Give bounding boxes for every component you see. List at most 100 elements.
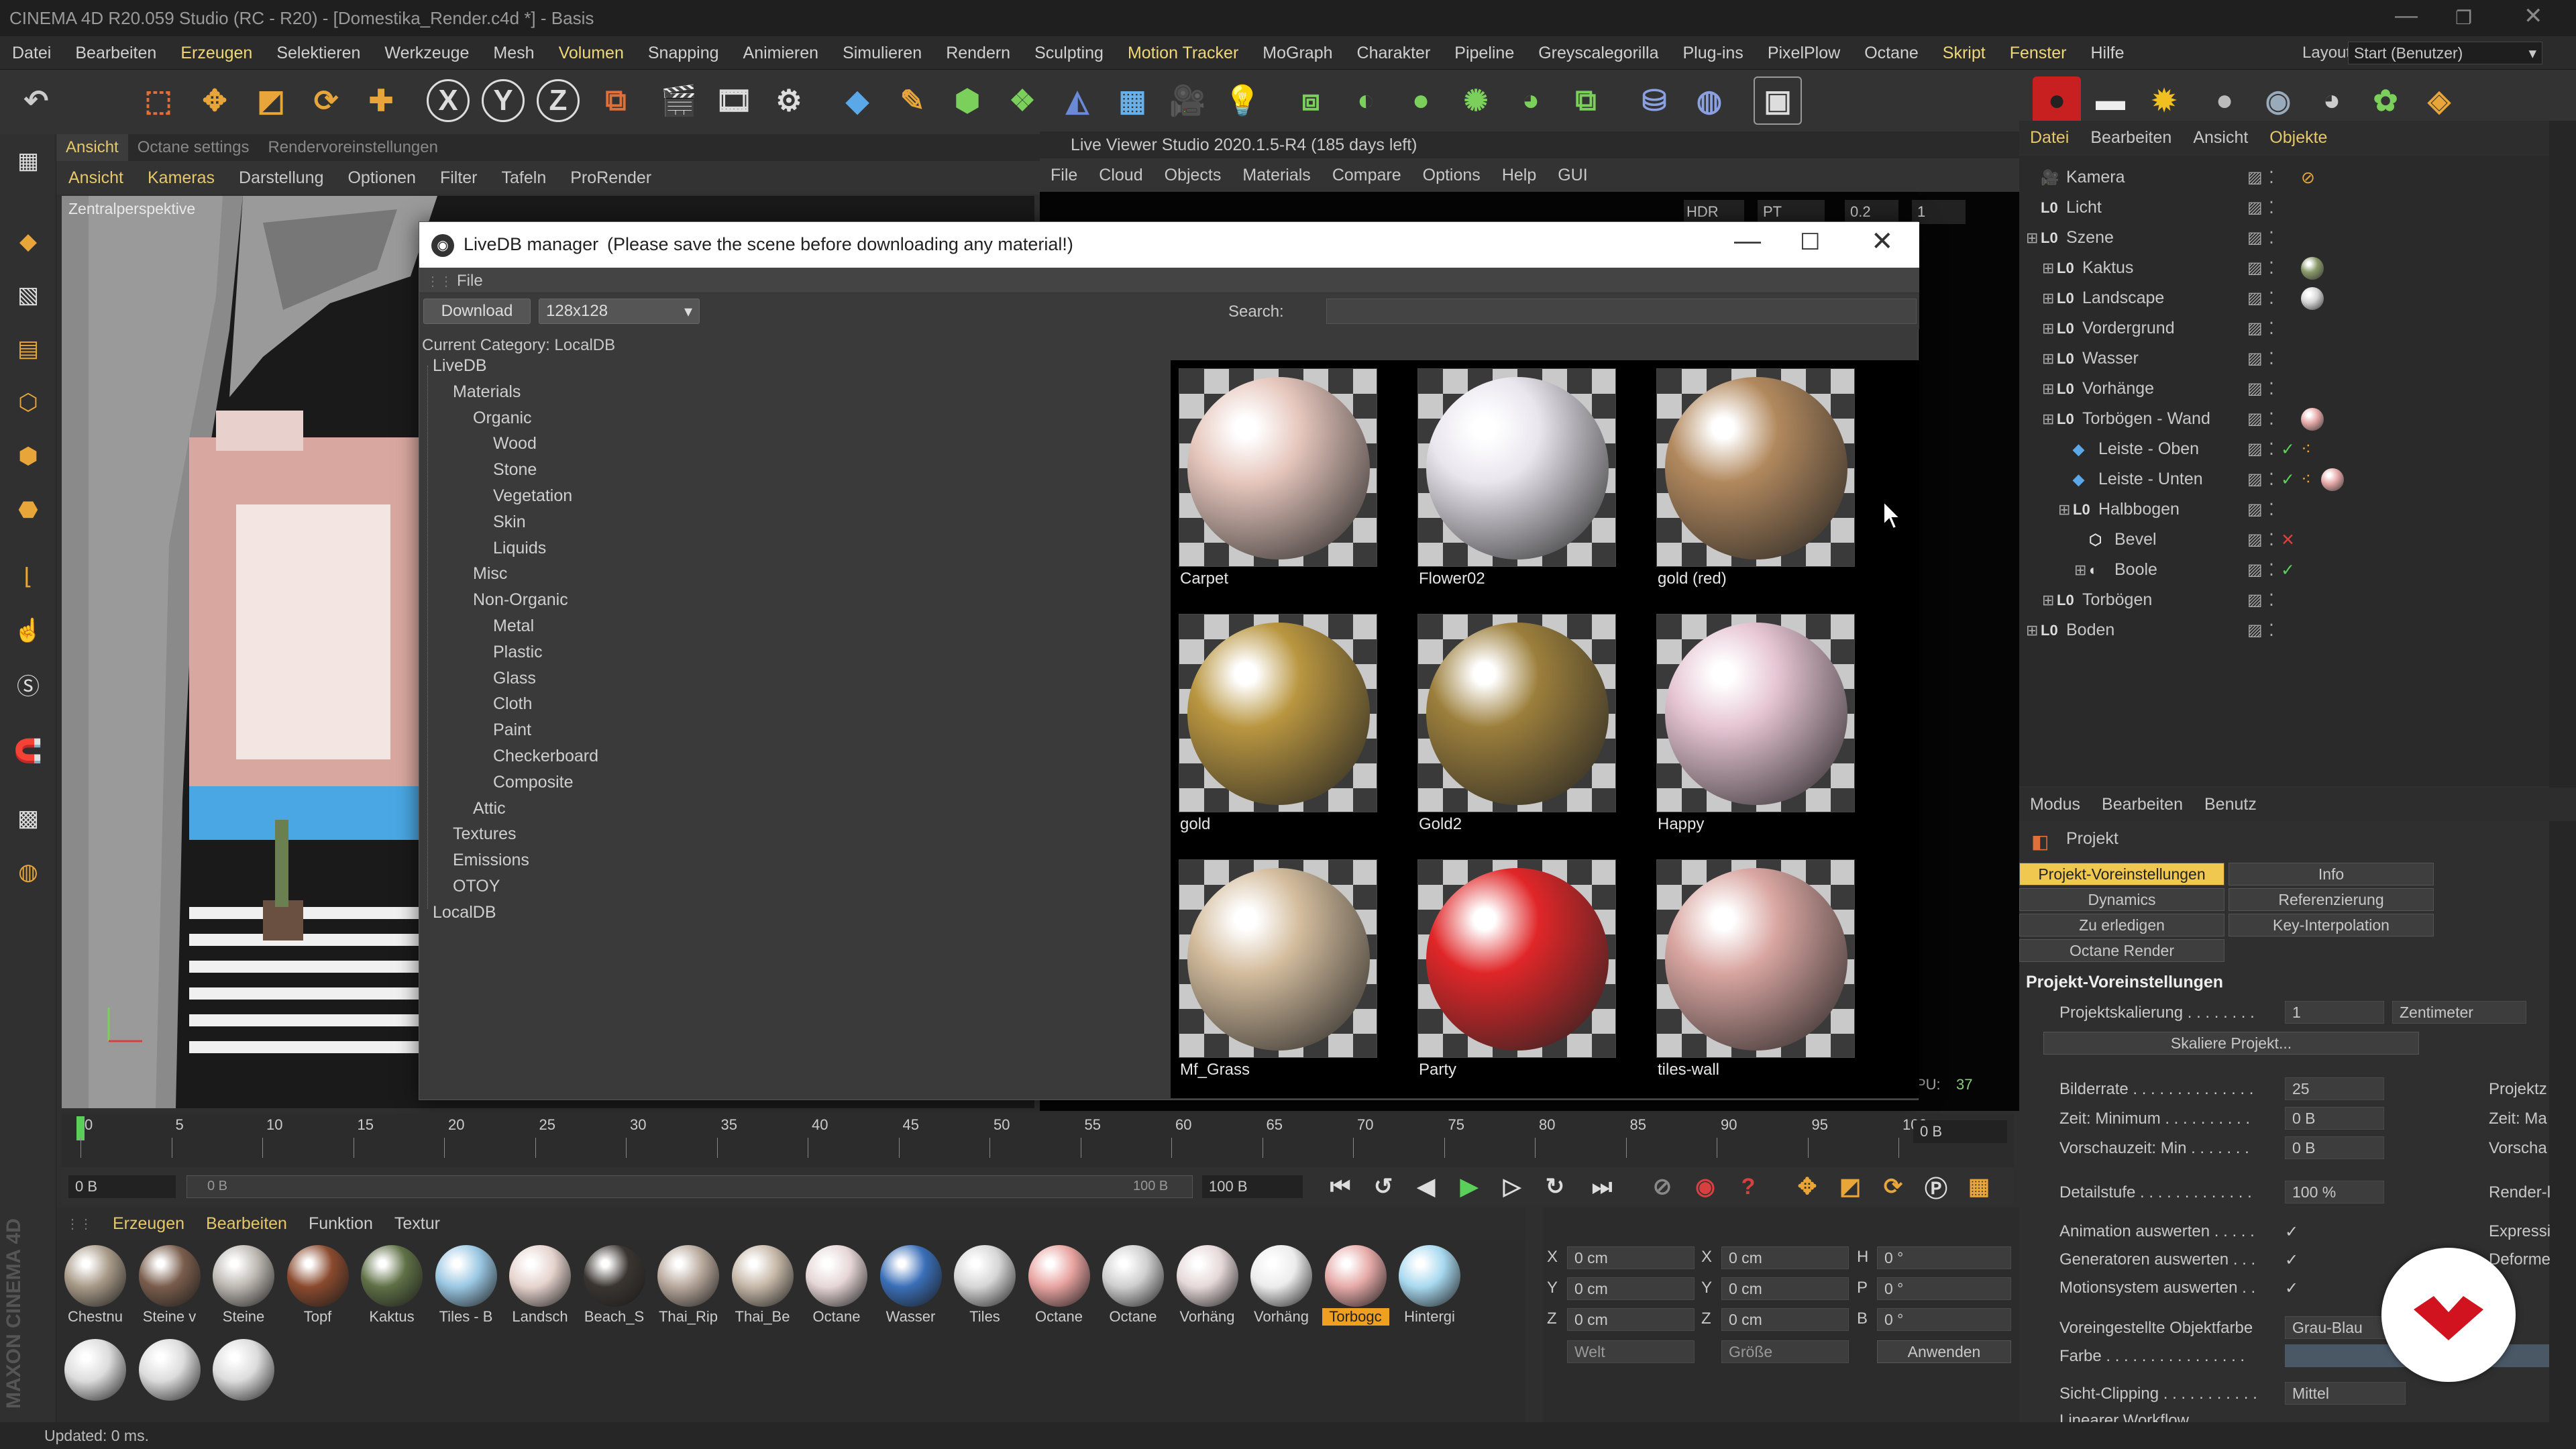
expand-icon[interactable]: ⊞ [2042,320,2057,337]
material-item[interactable]: Tiles - B [433,1245,500,1332]
layer-icon[interactable]: ▨ [2247,500,2263,519]
objcolor-select[interactable]: Grau-Blau [2285,1316,2392,1339]
tree-node-metal[interactable]: Metal [493,616,534,636]
object-row[interactable]: ◆ Leiste - Unten ▨ ⁚ ✓ ⁖ [2019,464,2549,494]
live-viewer-menu-options[interactable]: Options [1412,158,1491,192]
menu-pipeline[interactable]: Pipeline [1442,36,1526,70]
rotate-tool-icon[interactable]: ⟳ [302,76,350,125]
layer-icon[interactable]: ▨ [2247,198,2263,217]
polygons-mode-icon[interactable]: ⬣ [8,490,48,530]
tree-node-stone[interactable]: Stone [493,460,537,480]
subdivision-icon[interactable]: ⬢ [943,76,991,125]
tree-node-wood[interactable]: Wood [493,434,537,453]
scale-field[interactable]: 1 [2285,1001,2384,1024]
material-card[interactable]: Flower02 [1415,366,1621,599]
tree-node-non-organic[interactable]: Non-Organic [473,590,568,610]
tree-node-organic[interactable]: Organic [473,409,532,428]
viewport-menu-filter[interactable]: Filter [428,161,490,195]
menu-pixelplow[interactable]: PixelPlow [1756,36,1852,70]
tree-node-misc[interactable]: Misc [473,564,507,584]
menu-charakter[interactable]: Charakter [1345,36,1443,70]
search-input[interactable] [1326,299,1917,324]
layer-icon[interactable]: ▨ [2247,319,2263,338]
material-item[interactable]: Octane [1026,1245,1093,1332]
visibility-dots-icon[interactable]: ⁚ [2269,258,2274,278]
pos-x-field[interactable]: 0 cm [1567,1246,1695,1269]
live-viewer-menu-objects[interactable]: Objects [1154,158,1232,192]
attr-button-1[interactable]: Info [2229,863,2434,885]
live-viewer-menu-compare[interactable]: Compare [1322,158,1412,192]
range-slider[interactable]: 0 B 100 B [186,1175,1193,1198]
menu-plug-ins[interactable]: Plug-ins [1670,36,1755,70]
enabled-check-icon[interactable]: ✓ [2281,470,2295,490]
material-item[interactable]: Thai_Be [729,1245,796,1332]
material-card[interactable]: Carpet [1176,366,1383,599]
menu-simulieren[interactable]: Simulieren [830,36,934,70]
menu-werkzeuge[interactable]: Werkzeuge [372,36,481,70]
y-axis-button[interactable]: Y [482,79,525,122]
visibility-dots-icon[interactable]: ⁚ [2269,409,2274,429]
visibility-dots-icon[interactable]: ⁚ [2269,198,2274,218]
visibility-dots-icon[interactable]: ⁚ [2269,319,2274,339]
next-frame-icon[interactable]: ▷ [1495,1171,1529,1202]
object-row[interactable]: ⊞ L0 Vorhänge ▨ ⁚ [2019,374,2549,404]
check-icon[interactable]: ✓ [2285,1279,2298,1298]
z-axis-button[interactable]: Z [537,79,580,122]
layer-icon[interactable]: ▨ [2247,258,2263,278]
render-picture-icon[interactable]: 🎞 [710,76,758,125]
autokey-icon[interactable]: ◉ [1688,1171,1723,1202]
menu-mograph[interactable]: MoGraph [1250,36,1344,70]
end-frame-field[interactable]: 100 B [1202,1175,1303,1198]
expand-icon[interactable]: ⊞ [2042,380,2057,398]
mograph-matrix-icon[interactable]: ● [1397,76,1445,125]
render-settings-icon[interactable]: ⚙ [765,76,813,125]
layer-icon[interactable]: ▨ [2247,621,2263,640]
solo-icon[interactable]: ◍ [8,852,48,892]
goto-end-icon[interactable]: ⏭ [1585,1171,1619,1202]
visibility-dots-icon[interactable]: ⁚ [2269,530,2274,550]
menu-octane[interactable]: Octane [1852,36,1931,70]
menu-bearbeiten[interactable]: Bearbeiten [63,36,168,70]
material-card[interactable]: Happy [1654,611,1860,845]
menu-snapping[interactable]: Snapping [636,36,731,70]
material-item[interactable] [62,1339,129,1426]
object-row[interactable]: ⬡ Bevel ▨ ⁚ ✕ [2019,525,2549,555]
scale-unit-select[interactable]: Zentimeter [2392,1001,2526,1024]
disabled-cross-icon[interactable]: ✕ [2281,530,2295,550]
material-item[interactable]: Chestnu [62,1245,129,1332]
expand-icon[interactable]: ⊞ [2042,411,2057,428]
maximize-icon[interactable]: ☐ [1800,229,1820,256]
object-row[interactable]: ⊞ L0 Halbbogen ▨ ⁚ [2019,494,2549,525]
hdri-env-icon[interactable]: ◕ [2308,76,2356,125]
rot-b-field[interactable]: 0 ° [1877,1308,2011,1331]
floor-icon[interactable]: ▦ [1108,76,1157,125]
object-row[interactable]: ⊞ L0 Vordergrund ▨ ⁚ [2019,313,2549,343]
menu-rendern[interactable]: Rendern [934,36,1022,70]
expand-icon[interactable]: ⊞ [2042,290,2057,307]
layer-icon[interactable]: ▨ [2247,439,2263,459]
mograph-fracture-icon[interactable]: ◐ [1342,76,1390,125]
object-tab-datei[interactable]: Datei [2019,121,2080,154]
object-row[interactable]: ⊞ L0 Torbögen ▨ ⁚ [2019,585,2549,615]
layer-icon[interactable]: ▨ [2247,228,2263,248]
snap-icon[interactable]: Ⓢ [8,664,48,704]
workplane-lock-icon[interactable]: ▩ [8,798,48,839]
attr-button-5[interactable]: Key-Interpolation [2229,914,2434,936]
tree-node-otoy[interactable]: OTOY [453,877,500,896]
object-row[interactable]: L0 Licht ▨ ⁚ [2019,193,2549,223]
material-item[interactable]: Steine [210,1245,277,1332]
viewport-tab-2[interactable]: Rendervoreinstellungen [258,134,447,161]
mat-menu-funktion[interactable]: Funktion [298,1214,384,1234]
playhead[interactable] [76,1116,85,1140]
object-row[interactable]: ⊞ L0 Szene ▨ ⁚ [2019,223,2549,253]
attr-tab-benutz[interactable]: Benutz [2194,788,2267,821]
tree-node-plastic[interactable]: Plastic [493,643,543,662]
visibility-dots-icon[interactable]: ⁚ [2269,379,2274,399]
minimize-icon[interactable]: — [1734,226,1761,256]
viewport-menu-prorender[interactable]: ProRender [558,161,663,195]
tracer-icon[interactable]: ⧉ [1562,76,1610,125]
rot-h-field[interactable]: 0 ° [1877,1246,2011,1269]
viewport-tab-1[interactable]: Octane settings [128,134,259,161]
tree-node-cloth[interactable]: Cloth [493,694,532,714]
undo-icon[interactable]: ↶ [12,76,60,125]
